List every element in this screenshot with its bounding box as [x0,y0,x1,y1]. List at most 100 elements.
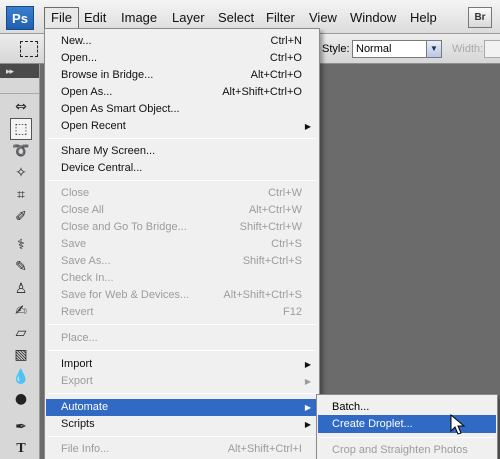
menu-item-open-as-smart-object[interactable]: Open As Smart Object... [46,101,318,118]
menu-item-shortcut: Alt+Shift+Ctrl+I [227,443,302,455]
menu-item-shortcut: Ctrl+N [270,35,302,47]
toolbox-collapse-icon[interactable]: ▸▸ [0,64,39,78]
menu-item-close-and-go-to-bridge[interactable]: Close and Go To Bridge... Shift+Ctrl+W [46,219,318,236]
menu-item-label: Open As... [61,86,113,98]
menu-item-browse-in-bridge[interactable]: Browse in Bridge... Alt+Ctrl+O [46,67,318,84]
submenu-arrow-icon: ▶ [304,420,311,429]
style-value: Normal [356,43,392,55]
automate-submenu: Batch... Create Droplet... Crop and Stra… [316,394,498,459]
menu-item-label: Open Recent [61,120,126,132]
dodge-tool-icon[interactable]: ● [10,388,32,410]
menu-item-scripts[interactable]: Scripts ▶ [46,416,318,433]
menu-item-shortcut: Alt+Shift+Ctrl+O [222,86,302,98]
menu-layer[interactable]: Layer [166,7,211,29]
width-field[interactable] [484,40,500,58]
width-label: Width: [452,43,484,55]
menu-item-place[interactable]: Place... [46,330,318,347]
menu-item-label: Device Central... [61,162,143,174]
menu-window[interactable]: Window [344,7,402,29]
type-tool-icon[interactable]: T [10,438,32,459]
menu-view[interactable]: View [303,7,343,29]
crop-tool-icon[interactable]: ⌗ [10,184,32,206]
menu-item-save-for-web[interactable]: Save for Web & Devices... Alt+Shift+Ctrl… [46,287,318,304]
submenu-item-batch[interactable]: Batch... [318,398,496,416]
menu-item-label: Browse in Bridge... [61,69,154,81]
menu-item-shortcut: Ctrl+O [269,52,302,64]
menu-item-close[interactable]: Close Ctrl+W [46,185,318,202]
menu-item-file-info[interactable]: File Info... Alt+Shift+Ctrl+I [46,441,318,458]
menu-item-label: Close and Go To Bridge... [61,221,187,233]
menu-separator [48,180,316,181]
menu-item-shortcut: Ctrl+S [271,238,302,250]
eraser-tool-icon[interactable]: ▱ [10,322,32,344]
mouse-pointer-icon [450,414,466,435]
eyedropper-tool-icon[interactable]: ✐ [10,206,32,228]
menu-item-shortcut: F12 [283,306,302,318]
menu-file[interactable]: File [44,7,79,29]
menu-select[interactable]: Select [212,7,260,29]
menu-item-shortcut: Alt+Shift+Ctrl+S [223,289,302,301]
menu-item-device-central[interactable]: Device Central... [46,160,318,177]
submenu-arrow-icon: ▶ [304,403,311,412]
pen-tool-icon[interactable]: ✒ [10,416,32,438]
menu-item-shortcut: Alt+Ctrl+O [250,69,302,81]
menu-item-label: Share My Screen... [61,145,156,157]
lasso-tool-icon[interactable]: ➰ [10,140,32,162]
move-tool-icon[interactable]: ⇔ [10,96,32,118]
menu-item-label: Open As Smart Object... [61,103,180,115]
bridge-button[interactable]: Br [468,7,492,28]
marquee-tool-icon[interactable]: ⬚ [10,118,32,140]
menu-item-label: Save As... [61,255,111,267]
photoshop-logo: Ps [6,6,34,30]
submenu-item-crop-and-straighten[interactable]: Crop and Straighten Photos [318,441,496,459]
menu-item-import[interactable]: Import ▶ [46,356,318,373]
menu-item-new[interactable]: New... Ctrl+N [46,33,318,50]
clone-stamp-tool-icon[interactable]: ♙ [10,278,32,300]
menu-item-automate[interactable]: Automate ▶ [46,399,318,416]
menu-separator [48,393,316,394]
menu-item-shortcut: Shift+Ctrl+W [239,221,302,233]
toolbox-grip[interactable] [0,78,39,94]
blur-tool-icon[interactable]: 💧 [10,366,32,388]
menu-image[interactable]: Image [115,7,163,29]
menu-item-label: Close [61,187,90,199]
style-select[interactable]: Normal ▼ [352,40,442,58]
menu-item-open-as[interactable]: Open As... Alt+Shift+Ctrl+O [46,84,318,101]
menu-item-label: Check In... [61,272,114,284]
magic-wand-tool-icon[interactable]: ✧ [10,162,32,184]
toolbox: ▸▸ ⇔ ⬚ ➰ ✧ ⌗ ✐ ⚕ ✎ ♙ ✍ ▱ ▧ 💧 ● ✒ T [0,64,40,459]
menu-item-close-all[interactable]: Close All Alt+Ctrl+W [46,202,318,219]
menu-item-label: Export [61,375,93,387]
menu-separator [320,437,494,438]
brush-tool-icon[interactable]: ✎ [10,256,32,278]
menu-item-check-in[interactable]: Check In... [46,270,318,287]
menu-item-label: New... [61,35,92,47]
menu-item-label: Revert [61,306,94,318]
gradient-tool-icon[interactable]: ▧ [10,344,32,366]
menu-item-label: Save [61,238,87,250]
menu-item-label: Save for Web & Devices... [61,289,190,301]
menu-item-save-as[interactable]: Save As... Shift+Ctrl+S [46,253,318,270]
menu-item-export[interactable]: Export ▶ [46,373,318,390]
history-brush-tool-icon[interactable]: ✍ [10,300,32,322]
menu-filter[interactable]: Filter [260,7,301,29]
submenu-item-create-droplet[interactable]: Create Droplet... [318,415,496,433]
menu-item-label: Import [61,358,93,370]
healing-brush-tool-icon[interactable]: ⚕ [10,234,32,256]
menu-help[interactable]: Help [404,7,443,29]
menu-item-shortcut: Alt+Ctrl+W [248,204,302,216]
rectangular-marquee-icon[interactable] [20,41,38,57]
menu-item-open[interactable]: Open... Ctrl+O [46,50,318,67]
menu-item-label: Scripts [61,418,95,430]
menu-item-shortcut: Shift+Ctrl+S [242,255,302,267]
style-label: Style: [322,43,350,55]
menu-item-revert[interactable]: Revert F12 [46,304,318,321]
menu-item-share-my-screen[interactable]: Share My Screen... [46,143,318,160]
menu-separator [48,138,316,139]
menu-separator [48,350,316,351]
menu-item-label: Close All [61,204,104,216]
menu-separator [48,324,316,325]
menu-item-save[interactable]: Save Ctrl+S [46,236,318,253]
menu-item-open-recent[interactable]: Open Recent ▶ [46,118,318,135]
menu-edit[interactable]: Edit [78,7,112,29]
